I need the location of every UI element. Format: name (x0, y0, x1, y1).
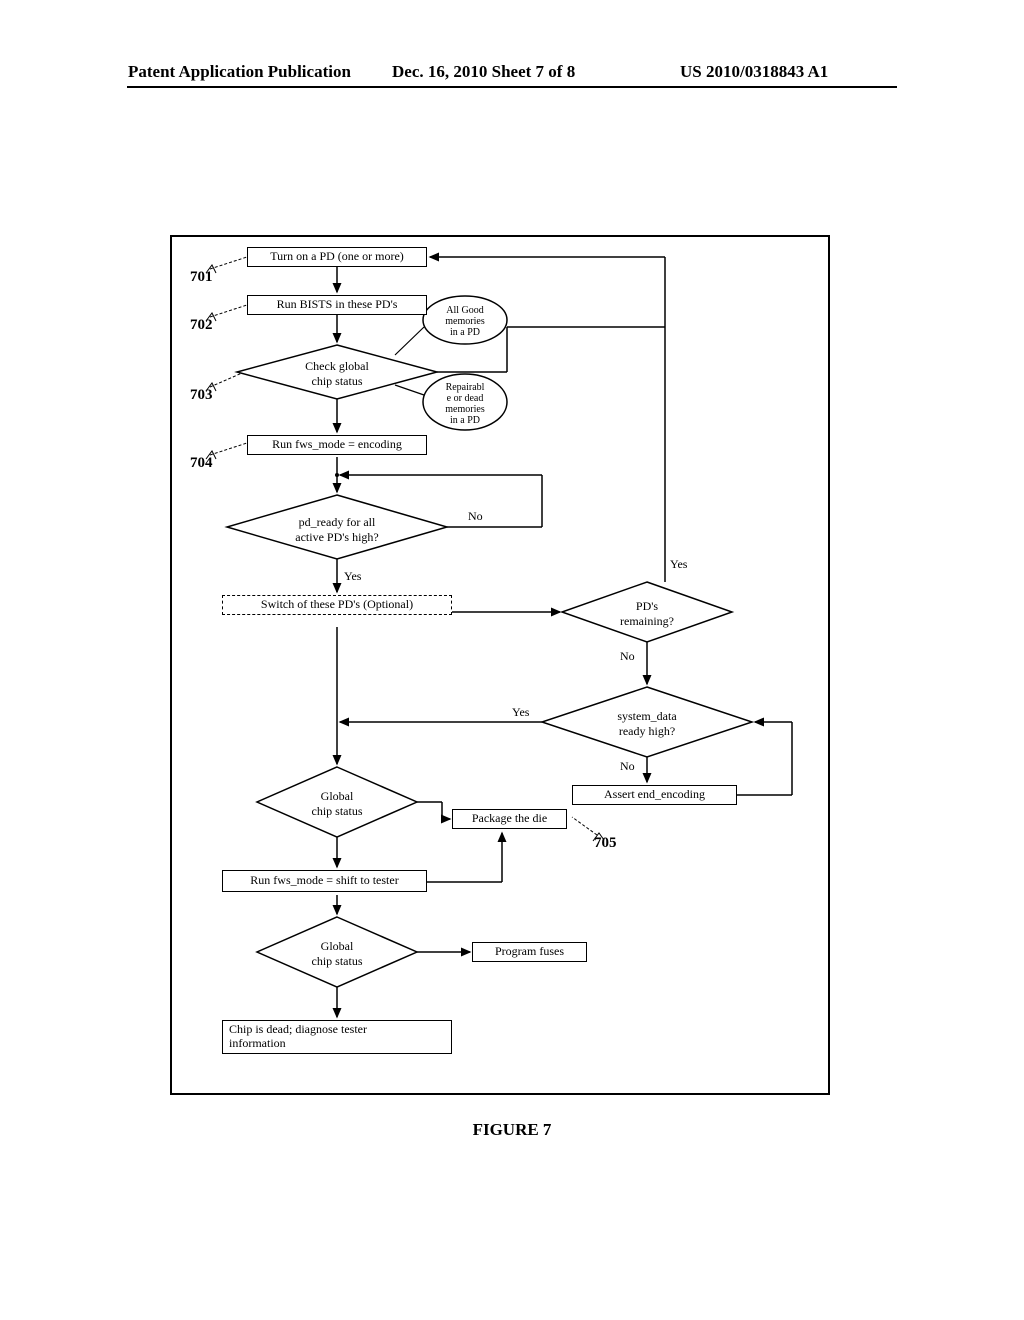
decision-system-data-ready: system_dataready high? (597, 709, 697, 739)
step-chip-dead: Chip is dead; diagnose testerinformation (222, 1020, 452, 1054)
label-yes-pdready: Yes (344, 569, 361, 584)
ref-704: 704 (190, 455, 213, 472)
step-run-fws-encoding: Run fws_mode = encoding (247, 435, 427, 455)
figure-caption: FIGURE 7 (0, 1120, 1024, 1140)
step-run-fws-shift: Run fws_mode = shift to tester (222, 870, 427, 892)
ref-703: 703 (190, 387, 213, 404)
decision-pd-ready: pd_ready for allactive PD's high? (282, 515, 392, 545)
header-left: Patent Application Publication (128, 62, 351, 82)
callout-repairable: Repairable or deadmemoriesin a PD (432, 382, 498, 426)
step-run-bists: Run BISTS in these PD's (247, 295, 427, 315)
label-no-system-data: No (620, 759, 635, 774)
step-package-die: Package the die (452, 809, 567, 829)
step-program-fuses: Program fuses (472, 942, 587, 962)
header-center: Dec. 16, 2010 Sheet 7 of 8 (392, 62, 575, 82)
step-turn-on-pd: Turn on a PD (one or more) (247, 247, 427, 267)
callout-all-good: All Goodmemoriesin a PD (432, 305, 498, 338)
label-no-pdready: No (468, 509, 483, 524)
step-assert-end-encoding: Assert end_encoding (572, 785, 737, 805)
decision-pds-remaining: PD'sremaining? (607, 599, 687, 629)
label-yes-pds-remaining: Yes (670, 557, 687, 572)
figure-frame: Turn on a PD (one or more) Run BISTS in … (170, 235, 830, 1095)
page-header: Patent Application Publication Dec. 16, … (0, 86, 1024, 88)
header-rule (127, 86, 897, 88)
step-switch-off-optional: Switch of these PD's (Optional) (222, 595, 452, 615)
flowchart-svg (172, 237, 832, 1097)
label-no-pds-remaining: No (620, 649, 635, 664)
decision-global-status-2: Globalchip status (297, 939, 377, 969)
ref-702: 702 (190, 317, 213, 334)
label-yes-system-data: Yes (512, 705, 529, 720)
decision-check-global-status: Check globalchip status (282, 359, 392, 389)
decision-global-status-1: Globalchip status (297, 789, 377, 819)
ref-705: 705 (594, 835, 617, 852)
header-right: US 2010/0318843 A1 (680, 62, 828, 82)
ref-701: 701 (190, 269, 213, 286)
page: Patent Application Publication Dec. 16, … (0, 0, 1024, 1320)
